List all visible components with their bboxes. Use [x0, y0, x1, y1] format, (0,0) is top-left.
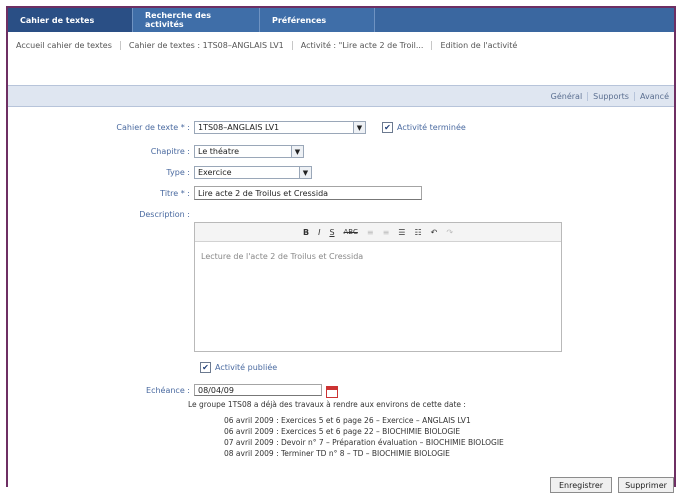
- bold-button[interactable]: B: [301, 228, 311, 237]
- underline-button[interactable]: S: [327, 228, 336, 237]
- type-label: Type :: [166, 168, 190, 177]
- cahier-select[interactable]: 1TS08–ANGLAIS LV1 ▼: [194, 121, 366, 134]
- subnav-avance[interactable]: Avancé: [633, 91, 674, 101]
- chevron-down-icon: ▼: [353, 122, 365, 133]
- deadline-info-text: Le groupe 1TS08 a déjà des travaux à ren…: [188, 400, 466, 409]
- undo-button[interactable]: ↶: [429, 228, 440, 237]
- breadcrumb-accueil[interactable]: Accueil cahier de textes: [8, 40, 121, 50]
- cahier-select-value: 1TS08–ANGLAIS LV1: [198, 123, 280, 132]
- editor-toolbar: B I S ABC ≡ ≡ ☰ ☷ ↶ ↷: [195, 223, 561, 242]
- bullet-list-icon[interactable]: ☰: [396, 228, 407, 237]
- app-window: Cahier de textes Recherche des activités…: [6, 6, 676, 493]
- description-label: Description :: [139, 210, 190, 219]
- activite-publiee-checkbox[interactable]: ✔ Activité publiée: [200, 362, 277, 373]
- subnav-general[interactable]: Général: [546, 92, 588, 101]
- echeance-input[interactable]: 08/04/09: [194, 384, 322, 396]
- checkbox-checked-icon: ✔: [200, 362, 211, 373]
- redo-button[interactable]: ↷: [444, 228, 455, 237]
- breadcrumb-cahier[interactable]: Cahier de textes : 1TS08–ANGLAIS LV1: [121, 40, 293, 50]
- chapitre-label: Chapitre :: [150, 147, 190, 156]
- chapitre-select-value: Le théatre: [198, 147, 239, 156]
- calendar-icon[interactable]: [326, 386, 338, 398]
- type-select-value: Exercice: [198, 168, 232, 177]
- tab-cahier-de-textes[interactable]: Cahier de textes: [8, 8, 133, 32]
- titre-input[interactable]: Lire acte 2 de Troilus et Cressida: [194, 186, 422, 200]
- tab-recherche-activites[interactable]: Recherche des activités: [133, 8, 260, 32]
- activite-terminee-label: Activité terminée: [397, 123, 466, 132]
- checkbox-checked-icon: ✔: [382, 122, 393, 133]
- activite-publiee-label: Activité publiée: [215, 363, 278, 372]
- echeance-label: Echéance :: [146, 386, 190, 395]
- numbered-list-icon[interactable]: ☷: [412, 228, 423, 237]
- strikethrough-button[interactable]: ABC: [342, 228, 360, 236]
- chapitre-select[interactable]: Le théatre ▼: [194, 145, 304, 158]
- list-item: 06 avril 2009 : Exercices 5 et 6 page 26…: [224, 416, 471, 425]
- section-subnav: Général Supports Avancé: [8, 85, 674, 107]
- cahier-label: Cahier de texte * :: [116, 123, 190, 132]
- breadcrumb-activite[interactable]: Activité : "Lire acte 2 de Troil...: [293, 40, 433, 50]
- breadcrumb: Accueil cahier de textes Cahier de texte…: [8, 32, 674, 58]
- chevron-down-icon: ▼: [299, 167, 311, 178]
- list-item: 07 avril 2009 : Devoir n° 7 – Préparatio…: [224, 438, 504, 447]
- type-select[interactable]: Exercice ▼: [194, 166, 312, 179]
- description-textarea[interactable]: Lecture de l'acte 2 de Troilus et Cressi…: [195, 242, 561, 271]
- activite-terminee-checkbox[interactable]: ✔ Activité terminée: [382, 122, 466, 133]
- breadcrumb-edition: Edition de l'activité: [440, 40, 518, 50]
- chevron-down-icon: ▼: [291, 146, 303, 157]
- tab-preferences[interactable]: Préférences: [260, 8, 375, 32]
- italic-button[interactable]: I: [316, 228, 322, 237]
- tabbar-fill: [375, 8, 674, 32]
- description-editor: B I S ABC ≡ ≡ ☰ ☷ ↶ ↷ Lecture de l'acte …: [194, 222, 562, 352]
- delete-button[interactable]: Supprimer: [618, 477, 674, 493]
- align-center-icon[interactable]: ≡: [381, 228, 392, 237]
- upcoming-assignments-list: 06 avril 2009 : Exercices 5 et 6 page 26…: [224, 415, 504, 459]
- align-left-icon[interactable]: ≡: [365, 228, 376, 237]
- subnav-supports[interactable]: Supports: [587, 91, 634, 101]
- save-button[interactable]: Enregistrer: [550, 477, 612, 493]
- top-tabs: Cahier de textes Recherche des activités…: [8, 8, 674, 32]
- list-item: 06 avril 2009 : Exercices 5 et 6 page 22…: [224, 427, 461, 436]
- titre-label: Titre * :: [160, 189, 190, 198]
- list-item: 08 avril 2009 : Terminer TD n° 8 – TD – …: [224, 449, 450, 458]
